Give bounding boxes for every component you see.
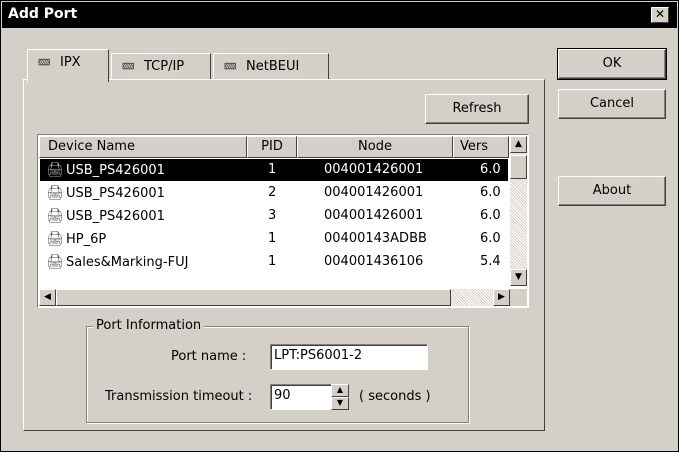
scroll-left-icon[interactable]: ◀ xyxy=(39,289,56,306)
version-cell: 6.0 xyxy=(480,208,501,223)
node-cell: 004001426001 xyxy=(324,185,424,200)
tab-label: IPX xyxy=(60,55,81,70)
vertical-scrollbar[interactable]: ▲ ▼ xyxy=(510,136,527,286)
about-button[interactable]: About xyxy=(558,176,666,206)
title-bar[interactable]: Add Port ✕ xyxy=(2,2,677,28)
add-port-dialog: Add Port ✕ 🝙 IPX 🝙 TCP/IP 🝙 NetBEUI OK Canc… xyxy=(0,0,679,452)
device-list[interactable]: Device Name PID Node Vers 🖨 USB_PS426001 1… xyxy=(37,134,529,308)
column-header-pid[interactable]: PID xyxy=(247,136,297,158)
version-cell: 6.0 xyxy=(480,231,501,246)
version-cell: 6.0 xyxy=(480,185,501,200)
scroll-up-icon[interactable]: ▲ xyxy=(510,136,527,153)
pid-cell: 3 xyxy=(268,208,277,223)
device-name-cell: 🖨 HP_6P xyxy=(46,228,106,251)
spin-down-icon[interactable]: ▼ xyxy=(331,397,349,410)
vertical-scroll-thumb[interactable] xyxy=(510,155,527,179)
timeout-input[interactable]: 90 xyxy=(270,384,332,410)
tab-label: TCP/IP xyxy=(144,59,185,74)
spin-up-icon[interactable]: ▲ xyxy=(331,384,349,397)
printer-icon: 🖨 xyxy=(46,185,64,201)
printer-icon: 🖨 xyxy=(46,231,64,247)
column-header-device-name[interactable]: Device Name xyxy=(39,136,247,158)
table-row[interactable]: 🖨 HP_6P 1 00400143ADBB 6.0 xyxy=(40,228,508,250)
device-name-cell: 🖨 USB_PS426001 xyxy=(46,159,165,182)
node-cell: 004001436106 xyxy=(324,254,424,269)
tab-label: NetBEUI xyxy=(246,59,300,74)
window-title: Add Port xyxy=(8,6,78,22)
tab-tcpip[interactable]: 🝙 TCP/IP xyxy=(111,53,211,79)
scrollbar-corner xyxy=(510,289,527,306)
device-name-cell: 🖨 USB_PS426001 xyxy=(46,205,165,228)
seconds-label: ( seconds ) xyxy=(359,389,431,404)
column-header-version[interactable]: Vers xyxy=(453,136,509,158)
table-row[interactable]: 🖨 USB_PS426001 1 004001426001 6.0 xyxy=(40,159,508,181)
scroll-right-icon[interactable]: ▶ xyxy=(493,289,510,306)
pid-cell: 2 xyxy=(268,185,277,200)
tab-ipx[interactable]: 🝙 IPX xyxy=(27,49,109,82)
scroll-down-icon[interactable]: ▼ xyxy=(510,269,527,286)
printer-icon: 🖨 xyxy=(46,254,64,270)
pid-cell: 1 xyxy=(268,162,277,177)
node-cell: 004001426001 xyxy=(324,162,424,177)
device-name-cell: 🖨 USB_PS426001 xyxy=(46,182,165,205)
version-cell: 6.0 xyxy=(480,162,501,177)
port-name-input[interactable]: LPT:PS6001-2 xyxy=(270,344,428,370)
close-icon[interactable]: ✕ xyxy=(651,7,669,23)
pid-cell: 1 xyxy=(268,254,277,269)
network-cable-icon: 🝙 xyxy=(38,55,51,69)
refresh-button[interactable]: Refresh xyxy=(425,94,529,124)
tab-netbeui[interactable]: 🝙 NetBEUI xyxy=(213,53,329,79)
timeout-spinner[interactable]: ▲ ▼ xyxy=(331,384,349,410)
ok-button[interactable]: OK xyxy=(557,48,667,80)
port-information-title: Port Information xyxy=(93,318,205,333)
transmission-timeout-label: Transmission timeout : xyxy=(105,389,253,404)
table-row[interactable]: 🖨 USB_PS426001 3 004001426001 6.0 xyxy=(40,205,508,227)
version-cell: 5.4 xyxy=(480,254,501,269)
cancel-button[interactable]: Cancel xyxy=(558,89,666,119)
table-row[interactable]: 🖨 USB_PS426001 2 004001426001 6.0 xyxy=(40,182,508,204)
printer-icon: 🖨 xyxy=(46,162,64,178)
pid-cell: 1 xyxy=(268,231,277,246)
column-header-node[interactable]: Node xyxy=(297,136,453,158)
horizontal-scroll-thumb[interactable] xyxy=(56,289,451,306)
port-name-label: Port name : xyxy=(171,349,247,364)
table-row[interactable]: 🖨 Sales&Marking-FUJ 1 004001436106 5.4 xyxy=(40,251,508,273)
node-cell: 00400143ADBB xyxy=(324,231,427,246)
horizontal-scrollbar[interactable]: ◀ ▶ xyxy=(39,289,510,306)
printer-icon: 🖨 xyxy=(46,208,64,224)
device-name-cell: 🖨 Sales&Marking-FUJ xyxy=(46,251,188,274)
network-cable-icon: 🝙 xyxy=(224,59,237,73)
network-cable-icon: 🝙 xyxy=(122,59,135,73)
node-cell: 004001426001 xyxy=(324,208,424,223)
